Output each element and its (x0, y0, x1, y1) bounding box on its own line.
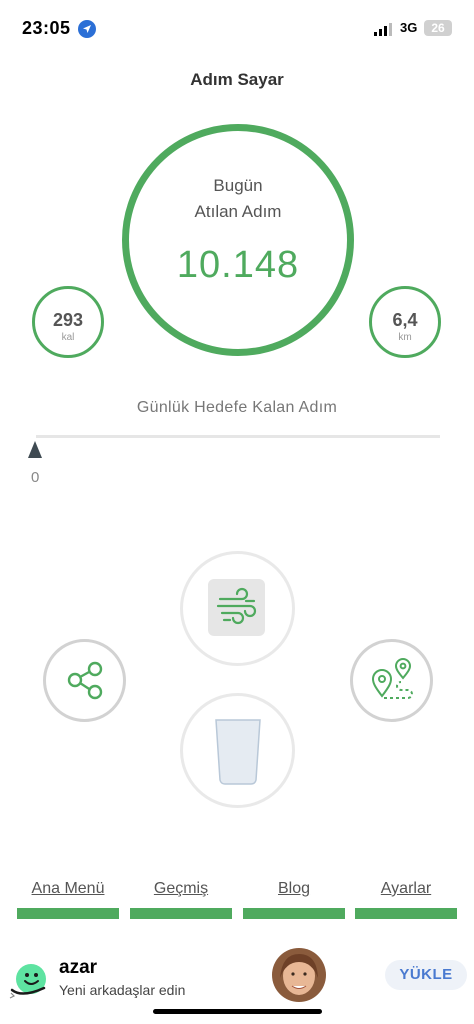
goal-progress-track (36, 435, 440, 438)
ad-avatar-photo[interactable] (272, 948, 326, 1002)
wind-icon-tile (208, 579, 265, 636)
steps-label-taken: Atılan Adım (194, 202, 282, 221)
share-button[interactable] (43, 639, 126, 722)
home-indicator[interactable] (153, 1009, 322, 1014)
nav-blog-bar[interactable] (243, 908, 345, 919)
azar-logo-icon[interactable] (8, 960, 50, 1002)
wind-icon (216, 587, 257, 625)
distance-unit: km (398, 332, 412, 343)
calories-value: 293 (52, 310, 84, 330)
steps-count: 10.148 (176, 244, 300, 286)
calories-unit: kal (61, 332, 75, 343)
cellular-signal-icon (374, 23, 392, 36)
goal-label: Günlük Hedefe Kalan Adım (136, 399, 338, 416)
status-time: 23:05 (22, 18, 71, 38)
water-button[interactable] (180, 693, 295, 808)
ad-app-name[interactable]: azar (59, 957, 97, 979)
goal-remaining-value: 0 (31, 469, 40, 486)
steps-label-today: Bugün (213, 176, 263, 195)
page-title: Adım Sayar (190, 70, 284, 89)
ad-subtitle: Yeni arkadaşlar edin (59, 982, 186, 998)
distance-value: 6,4 (392, 310, 418, 330)
battery-indicator: 26 (424, 20, 452, 36)
network-type: 3G (400, 20, 418, 35)
location-arrow-icon (78, 20, 96, 38)
nav-settings-link[interactable]: Ayarlar (355, 880, 457, 898)
route-map-button[interactable] (350, 639, 433, 722)
steps-ring (122, 124, 354, 356)
nav-home-bar[interactable] (17, 908, 119, 919)
goal-marker-icon (28, 441, 42, 458)
distance-ring: 6,4 km (369, 286, 441, 358)
nav-history-link[interactable]: Geçmiş (130, 880, 232, 898)
nav-history-bar[interactable] (130, 908, 232, 919)
route-map-icon (371, 658, 413, 699)
share-icon (67, 661, 103, 700)
nav-settings-bar[interactable] (355, 908, 457, 919)
calories-ring: 293 kal (32, 286, 104, 358)
water-glass-icon (215, 719, 261, 785)
ad-install-button[interactable]: YÜKLE (385, 960, 467, 990)
nav-home-link[interactable]: Ana Menü (17, 880, 119, 898)
nav-blog-link[interactable]: Blog (243, 880, 345, 898)
